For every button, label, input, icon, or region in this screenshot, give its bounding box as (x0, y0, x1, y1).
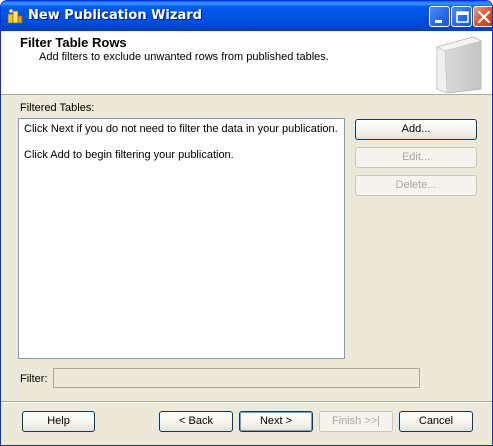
filtered-tables-list[interactable]: Click Next if you do not need to filter … (18, 118, 345, 359)
window-title: New Publication Wizard (28, 8, 202, 23)
wizard-icon (7, 8, 23, 24)
wizard-header: Filter Table Rows Add filters to exclude… (1, 31, 492, 95)
close-icon (477, 10, 491, 24)
minimize-button[interactable] (429, 6, 450, 27)
maximize-icon (456, 11, 469, 23)
title-bar[interactable]: New Publication Wizard (1, 1, 492, 31)
delete-filter-button[interactable]: Delete... (355, 175, 477, 196)
edit-filter-button[interactable]: Edit... (355, 147, 477, 168)
next-button[interactable]: Next > (239, 411, 313, 432)
filter-field[interactable] (53, 368, 420, 388)
list-hint-next: Click Next if you do not need to filter … (24, 123, 338, 135)
page-subtitle: Add filters to exclude unwanted rows fro… (39, 51, 329, 63)
filter-label: Filter: (20, 373, 48, 385)
filtered-tables-label: Filtered Tables: (20, 102, 95, 114)
cancel-button[interactable]: Cancel (399, 411, 473, 432)
minimize-icon (435, 20, 442, 23)
finish-button[interactable]: Finish >>| (319, 411, 393, 432)
help-button[interactable]: Help (22, 411, 95, 432)
page-title: Filter Table Rows (20, 35, 127, 50)
list-hint-add: Click Add to begin filtering your public… (24, 149, 234, 161)
add-filter-button[interactable]: Add... (355, 119, 477, 140)
close-button[interactable] (473, 6, 492, 27)
back-button[interactable]: < Back (159, 411, 233, 432)
footer-separator (1, 401, 492, 403)
wizard-window: New Publication Wizard Filter Table Rows… (0, 0, 493, 446)
maximize-button[interactable] (451, 6, 472, 27)
document-stack-icon (436, 36, 482, 93)
